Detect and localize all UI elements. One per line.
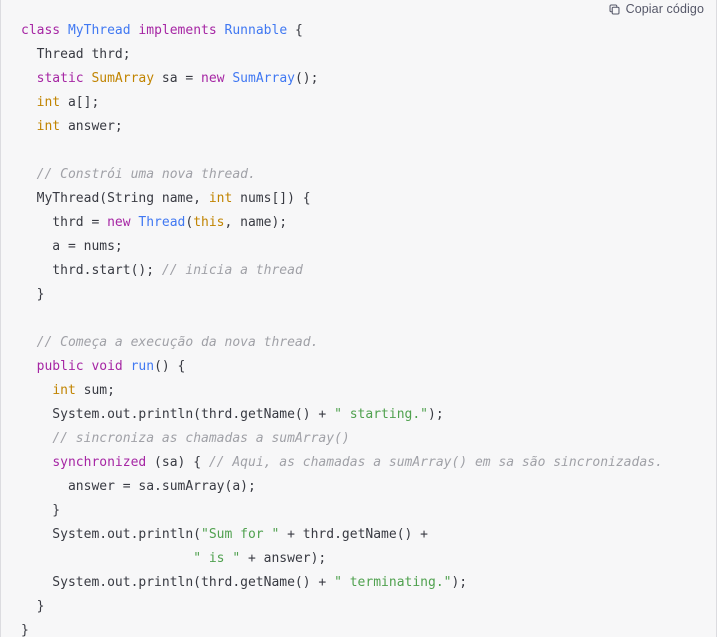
code-content[interactable]: class MyThread implements Runnable { Thr… [1, 19, 716, 637]
code-token: MyThread [67, 23, 131, 38]
code-line: class MyThread implements Runnable { [21, 19, 702, 43]
code-line: synchronized (sa) { // Aqui, as chamadas… [21, 451, 702, 475]
code-token: sa = [154, 71, 202, 86]
code-line: System.out.println(thrd.getName() + " st… [21, 403, 702, 427]
code-token: // Aqui, as chamadas a sumArray() em sa … [208, 455, 663, 470]
copy-code-button[interactable]: Copiar código [606, 1, 706, 18]
code-token: int [52, 383, 76, 398]
code-token: SumArray [91, 71, 155, 86]
code-token: synchronized [52, 455, 147, 470]
code-line: int sum; [21, 379, 702, 403]
code-token: int [36, 95, 61, 110]
code-line: " is " + answer); [21, 547, 702, 571]
code-line: ​ [21, 139, 702, 163]
code-line: MyThread(String name, int nums[]) { [21, 187, 702, 211]
code-token: (sa) { [146, 455, 209, 470]
code-line: // Começa a execução da nova thread. [21, 331, 702, 355]
code-block-panel: Copiar código class MyThread implements … [0, 0, 717, 637]
code-token: this [193, 215, 225, 230]
code-token: { [287, 23, 303, 38]
code-line: thrd.start(); // inicia a thread [21, 259, 702, 283]
code-token: " terminating." [334, 575, 452, 590]
code-token: sum; [75, 383, 115, 398]
code-line: } [21, 595, 702, 619]
code-token: MyThread(String name, [21, 191, 209, 206]
code-token: } [21, 623, 29, 637]
code-token: thrd = [21, 215, 108, 230]
code-token: } [21, 503, 61, 518]
code-token: + answer); [240, 551, 327, 566]
code-token: SumArray [232, 71, 295, 86]
code-token: public [36, 359, 84, 374]
code-token: // inicia a thread [161, 263, 303, 278]
code-token: void [91, 359, 123, 374]
code-token: new [201, 71, 225, 86]
code-token: class [21, 23, 61, 38]
code-token: "Sum for " [201, 527, 280, 542]
code-line: static SumArray sa = new SumArray(); [21, 67, 702, 91]
code-line: } [21, 619, 702, 637]
code-token: (); [294, 71, 319, 86]
code-token: } [21, 599, 45, 614]
code-token: implements [138, 23, 217, 38]
code-line: int answer; [21, 115, 702, 139]
code-token: System.out.println(thrd.getName() + [21, 575, 335, 590]
code-token: " is " [193, 551, 241, 566]
code-token: () { [154, 359, 186, 374]
code-token: " starting." [334, 407, 428, 422]
code-token: a[]; [60, 95, 100, 110]
copy-icon [608, 3, 621, 16]
code-line: System.out.println(thrd.getName() + " te… [21, 571, 702, 595]
code-token: Thread thrd; [21, 47, 131, 62]
code-line: answer = sa.sumArray(a); [21, 475, 702, 499]
code-token: run [130, 359, 155, 374]
code-token: Runnable [224, 23, 288, 38]
code-token: a = nums; [21, 239, 123, 254]
code-token: new [107, 215, 131, 230]
code-token: static [36, 71, 84, 86]
code-line: ​ [21, 307, 702, 331]
code-token: // Começa a execução da nova thread. [36, 335, 319, 350]
code-token: , name); [224, 215, 288, 230]
code-line: // Constrói uma nova thread. [21, 163, 702, 187]
code-token: + thrd.getName() + [279, 527, 429, 542]
code-token: ); [451, 575, 468, 590]
code-line: // sincroniza as chamadas a sumArray() [21, 427, 702, 451]
code-token: System.out.println(thrd.getName() + [21, 407, 335, 422]
code-line: a = nums; [21, 235, 702, 259]
code-line: int a[]; [21, 91, 702, 115]
code-token: } [21, 287, 45, 302]
code-line: } [21, 499, 702, 523]
code-line: } [21, 283, 702, 307]
code-token: int [208, 191, 233, 206]
code-line: thrd = new Thread(this, name); [21, 211, 702, 235]
code-token: // Constrói uma nova thread. [36, 167, 256, 182]
code-token: // sincroniza as chamadas a sumArray() [52, 431, 350, 446]
code-token: ); [428, 407, 444, 422]
code-token: int [36, 119, 61, 134]
code-line: public void run() { [21, 355, 702, 379]
code-token: answer = sa.sumArray(a); [21, 479, 256, 494]
code-token: thrd.start(); [21, 263, 162, 278]
copy-code-label: Copiar código [625, 2, 704, 17]
code-token: System.out.println( [21, 527, 202, 542]
code-line: System.out.println("Sum for " + thrd.get… [21, 523, 702, 547]
code-token: Thread [138, 215, 186, 230]
code-token: answer; [60, 119, 123, 134]
code-token: nums[]) { [232, 191, 311, 206]
code-line: Thread thrd; [21, 43, 702, 67]
